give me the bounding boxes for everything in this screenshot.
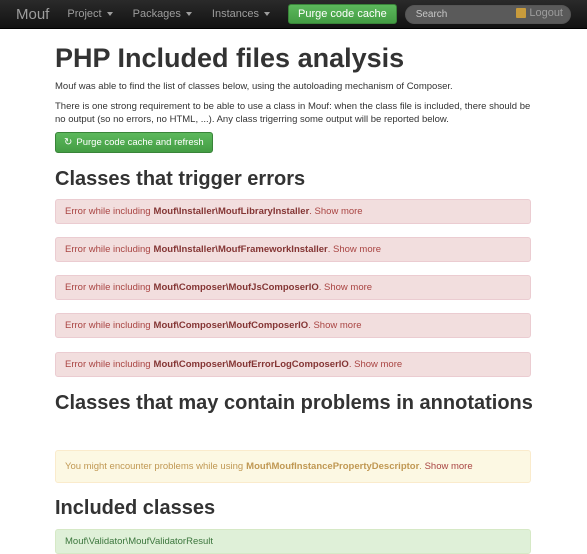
requirement-text: There is one strong requirement to be ab…: [55, 101, 531, 125]
nav-project-menu[interactable]: Project: [67, 8, 113, 20]
nav-instances-label: Instances: [211, 8, 260, 20]
refresh-icon: ↻: [64, 137, 73, 148]
show-more-link[interactable]: Show more: [354, 359, 402, 370]
warning-prefix: You might encounter problems while using: [65, 461, 244, 472]
error-alert: Error while including Mouf\Composer\Mouf…: [55, 275, 531, 300]
error-class-name: Mouf\Composer\MoufJsComposerIO: [153, 282, 319, 293]
show-more-link[interactable]: Show more: [324, 282, 372, 293]
included-class-item: Mouf\Validator\MoufValidatorResult: [55, 529, 531, 554]
error-class-name: Mouf\Composer\MoufComposerIO: [153, 320, 309, 331]
nav-project-label: Project: [67, 8, 102, 20]
included-class-name: Mouf\Validator\MoufValidatorResult: [65, 536, 214, 547]
logout-icon: [516, 8, 527, 18]
logout-link[interactable]: Logout: [516, 7, 563, 19]
main-content: PHP Included files analysis Mouf was abl…: [55, 40, 533, 554]
purge-refresh-label: Purge code cache and refresh: [76, 137, 204, 148]
error-class-name: Mouf\Installer\MoufLibraryInstaller: [153, 206, 310, 217]
purge-cache-button[interactable]: Purge code cache: [288, 4, 397, 24]
error-prefix: Error while including: [65, 244, 151, 255]
purge-refresh-button[interactable]: ↻ Purge code cache and refresh: [55, 132, 213, 153]
error-class-name: Mouf\Composer\MoufErrorLogComposerIO: [153, 359, 349, 370]
show-more-link[interactable]: Show more: [315, 206, 363, 217]
nav-instances-menu[interactable]: Instances: [211, 8, 271, 20]
chevron-down-icon: [264, 12, 271, 16]
error-alert: Error while including Mouf\Installer\Mou…: [55, 237, 531, 262]
logout-label: Logout: [529, 7, 563, 19]
included-heading: Included classes: [55, 497, 216, 519]
error-class-name: Mouf\Installer\MoufFrameworkInstaller: [153, 244, 328, 255]
intro-text: Mouf was able to find the list of classe…: [55, 81, 453, 92]
warning-alert: You might encounter problems while using…: [55, 450, 531, 483]
page-title: PHP Included files analysis: [55, 43, 405, 73]
chevron-down-icon: [185, 12, 192, 16]
error-prefix: Error while including: [65, 282, 151, 293]
navbar: Mouf Project Packages Instances Purge co…: [0, 0, 587, 29]
chevron-down-icon: [106, 12, 113, 16]
warning-class-name: Mouf\MoufInstancePropertyDescriptor: [246, 461, 420, 472]
errors-heading: Classes that trigger errors: [55, 168, 306, 190]
error-alert: Error while including Mouf\Composer\Mouf…: [55, 313, 531, 338]
show-more-link[interactable]: Show more: [425, 461, 473, 472]
show-more-link[interactable]: Show more: [333, 244, 381, 255]
error-alert: Error while including Mouf\Composer\Mouf…: [55, 352, 531, 377]
error-prefix: Error while including: [65, 359, 151, 370]
nav-packages-label: Packages: [132, 8, 181, 20]
error-prefix: Error while including: [65, 320, 151, 331]
annotations-heading: Classes that may contain problems in ann…: [55, 392, 533, 414]
error-prefix: Error while including: [65, 206, 151, 217]
show-more-link[interactable]: Show more: [313, 320, 361, 331]
brand-logo[interactable]: Mouf: [16, 6, 49, 23]
error-alert: Error while including Mouf\Installer\Mou…: [55, 199, 531, 224]
nav-packages-menu[interactable]: Packages: [133, 8, 192, 20]
